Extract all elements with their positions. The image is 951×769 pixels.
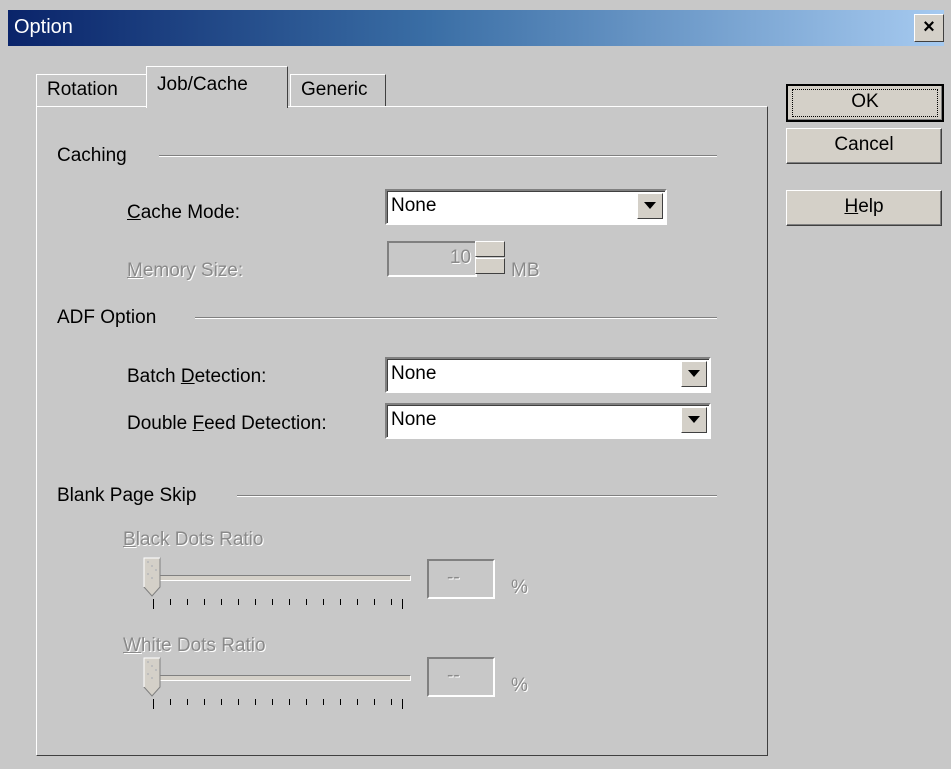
batch-detection-label: Batch Detection:: [127, 366, 267, 387]
cache-mode-value: None: [391, 195, 437, 216]
memory-size-value: 10: [449, 247, 471, 268]
black-dots-slider[interactable]: [153, 575, 411, 581]
cache-mode-select[interactable]: None: [385, 189, 667, 225]
chevron-down-icon[interactable]: [637, 193, 663, 219]
white-dots-slider-thumb[interactable]: [143, 657, 161, 697]
batch-detection-select[interactable]: None: [385, 357, 711, 393]
title-bar[interactable]: Option ×: [8, 10, 944, 46]
option-dialog: Option × Rotation Job/Cache Generic Cach…: [0, 0, 951, 769]
spin-down-icon[interactable]: [475, 258, 505, 274]
ok-button[interactable]: OK: [786, 84, 944, 122]
spin-up-icon[interactable]: [475, 241, 505, 257]
chevron-down-icon[interactable]: [681, 361, 707, 387]
help-button[interactable]: Help: [786, 190, 942, 226]
tab-job-cache[interactable]: Job/Cache: [146, 66, 288, 108]
black-dots-label: Black Dots Ratio: [123, 529, 264, 550]
close-button[interactable]: ×: [914, 14, 944, 42]
adf-group-divider: [195, 317, 717, 319]
tab-rotation[interactable]: Rotation: [36, 74, 148, 107]
job-cache-panel: Caching Cache Mode: None Memory Size: 10…: [36, 106, 768, 756]
black-dots-ticks: [153, 599, 403, 609]
window-title: Option: [14, 16, 73, 38]
black-dots-value: --: [447, 567, 460, 588]
cancel-button[interactable]: Cancel: [786, 128, 942, 164]
cache-mode-label: Cache Mode:: [127, 202, 241, 223]
batch-detection-value: None: [391, 363, 437, 384]
white-dots-ticks: [153, 699, 403, 709]
black-dots-slider-thumb[interactable]: [143, 557, 161, 597]
white-dots-slider[interactable]: [153, 675, 411, 681]
blank-page-group-divider: [237, 495, 717, 497]
white-dots-unit: %: [511, 675, 528, 696]
memory-size-field[interactable]: 10: [387, 241, 477, 277]
memory-unit: MB: [511, 260, 540, 281]
caching-group-divider: [159, 155, 717, 157]
tab-generic[interactable]: Generic: [290, 74, 386, 107]
adf-group-label: ADF Option: [57, 307, 157, 328]
memory-size-spinner[interactable]: [475, 241, 505, 274]
memory-size-label: Memory Size:: [127, 260, 244, 281]
caching-group-label: Caching: [57, 145, 127, 166]
double-feed-select[interactable]: None: [385, 403, 711, 439]
chevron-down-icon[interactable]: [681, 407, 707, 433]
black-dots-unit: %: [511, 577, 528, 598]
black-dots-value-field[interactable]: --: [427, 559, 495, 599]
white-dots-label: White Dots Ratio: [123, 635, 266, 656]
white-dots-value-field[interactable]: --: [427, 657, 495, 697]
white-dots-value: --: [447, 665, 460, 686]
blank-page-group-label: Blank Page Skip: [57, 485, 197, 506]
double-feed-value: None: [391, 409, 437, 430]
double-feed-label: Double Feed Detection:: [127, 413, 327, 434]
